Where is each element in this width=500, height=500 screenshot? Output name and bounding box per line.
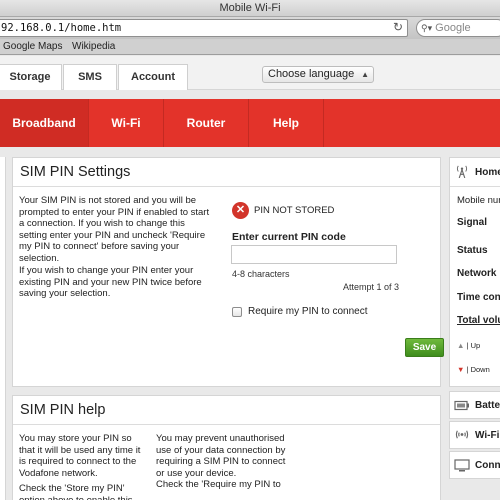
nav-router[interactable]: Router <box>164 99 248 147</box>
help-column-store: You may store your PIN so that it will b… <box>19 433 149 500</box>
error-icon: ✕ <box>232 202 249 219</box>
search-input[interactable]: ⚲▾ Google <box>416 19 500 37</box>
browser-toolbar: 92.168.0.1/home.htm ↻ ⚲▾ Google <box>0 17 500 39</box>
status-label: Status <box>457 245 488 256</box>
total-volume-link[interactable]: Total volume <box>457 315 500 326</box>
window-title: Mobile Wi-Fi <box>0 0 500 17</box>
language-select[interactable]: Choose language ▲ <box>262 66 374 83</box>
up-arrow-icon: ▲ <box>457 341 465 350</box>
wifi-icon <box>455 430 469 439</box>
home-header[interactable]: Home <box>450 158 500 187</box>
top-nav: Storage SMS Account Choose language ▲ <box>0 56 500 90</box>
battery-icon <box>454 400 469 411</box>
settings-description-change: If you wish to change your PIN enter you… <box>19 265 202 300</box>
pin-input[interactable] <box>231 245 397 264</box>
download-row: ▼ | Down <box>457 365 490 374</box>
pin-field-label: Enter current PIN code <box>232 231 346 243</box>
language-selected: Choose language <box>268 68 355 80</box>
download-label: | Down <box>466 365 490 374</box>
tab-sms[interactable]: SMS <box>63 64 117 90</box>
require-pin-checkbox[interactable] <box>232 307 242 317</box>
left-edge-panel <box>0 157 6 500</box>
main-nav: Broadband Wi-Fi Router Help <box>0 99 500 147</box>
connected-devices-label: Connected devices <box>475 460 500 471</box>
monitor-icon <box>454 459 470 472</box>
connected-devices-panel[interactable]: Connected devices <box>449 451 500 479</box>
bookmark-google-maps[interactable]: Google Maps <box>3 39 62 54</box>
nav-wifi[interactable]: Wi-Fi <box>89 99 163 147</box>
help-store-instruction: Check the 'Store my PIN' option above to… <box>19 483 133 500</box>
signal-tower-icon <box>456 165 468 178</box>
signal-label: Signal <box>457 217 488 228</box>
tab-storage[interactable]: Storage <box>0 64 62 90</box>
help-require-instruction: Check the 'Require my PIN to <box>156 479 281 491</box>
attempt-counter: Attempt 1 of 3 <box>343 282 400 292</box>
help-store-text: You may store your PIN so that it will b… <box>19 433 141 479</box>
nav-broadband[interactable]: Broadband <box>0 99 88 147</box>
bookmarks-bar: Google Maps Wikipedia <box>0 39 500 55</box>
mobile-number-label: Mobile number <box>457 195 500 206</box>
tab-account[interactable]: Account <box>118 64 188 90</box>
help-require-text: You may prevent unauthorised use of your… <box>156 433 286 479</box>
search-icon: ⚲▾ <box>421 23 433 33</box>
network-label: Network <box>457 268 497 279</box>
save-button[interactable]: Save <box>405 338 444 357</box>
down-arrow-icon: ▼ <box>457 365 465 374</box>
search-placeholder: Google <box>435 22 471 34</box>
chevron-updown-icon: ▲ <box>361 70 369 79</box>
upload-label: | Up <box>466 341 481 350</box>
sim-pin-settings-panel: SIM PIN Settings Your SIM PIN is not sto… <box>12 157 444 387</box>
pin-hint: 4-8 characters <box>232 269 290 279</box>
pin-status: PIN NOT STORED <box>254 205 335 216</box>
require-pin-label[interactable]: Require my PIN to connect <box>248 306 368 317</box>
nav-help[interactable]: Help <box>249 99 323 147</box>
home-status-panel: Home Mobile number Signal Status Network… <box>449 157 500 387</box>
panel-title: SIM PIN help <box>13 396 440 425</box>
help-column-require: You may prevent unauthorised use of your… <box>156 433 290 491</box>
home-label: Home <box>475 167 500 178</box>
upload-row: ▲ | Up <box>457 341 480 350</box>
settings-description: Your SIM PIN is not stored and you will … <box>19 195 210 264</box>
wifi-label: Wi-Fi <box>475 430 500 441</box>
wifi-panel[interactable]: Wi-Fi <box>449 421 500 449</box>
address-bar[interactable]: 92.168.0.1/home.htm <box>0 19 408 37</box>
bookmark-wikipedia[interactable]: Wikipedia <box>72 39 115 54</box>
sim-pin-help-panel: SIM PIN help You may store your PIN so t… <box>12 395 441 500</box>
nav-divider <box>323 99 324 147</box>
time-connected-label: Time connected <box>457 292 500 303</box>
battery-panel[interactable]: Battery <box>449 391 500 419</box>
reload-icon[interactable]: ↻ <box>393 19 403 35</box>
battery-label: Battery <box>475 400 500 411</box>
panel-title: SIM PIN Settings <box>13 158 440 187</box>
